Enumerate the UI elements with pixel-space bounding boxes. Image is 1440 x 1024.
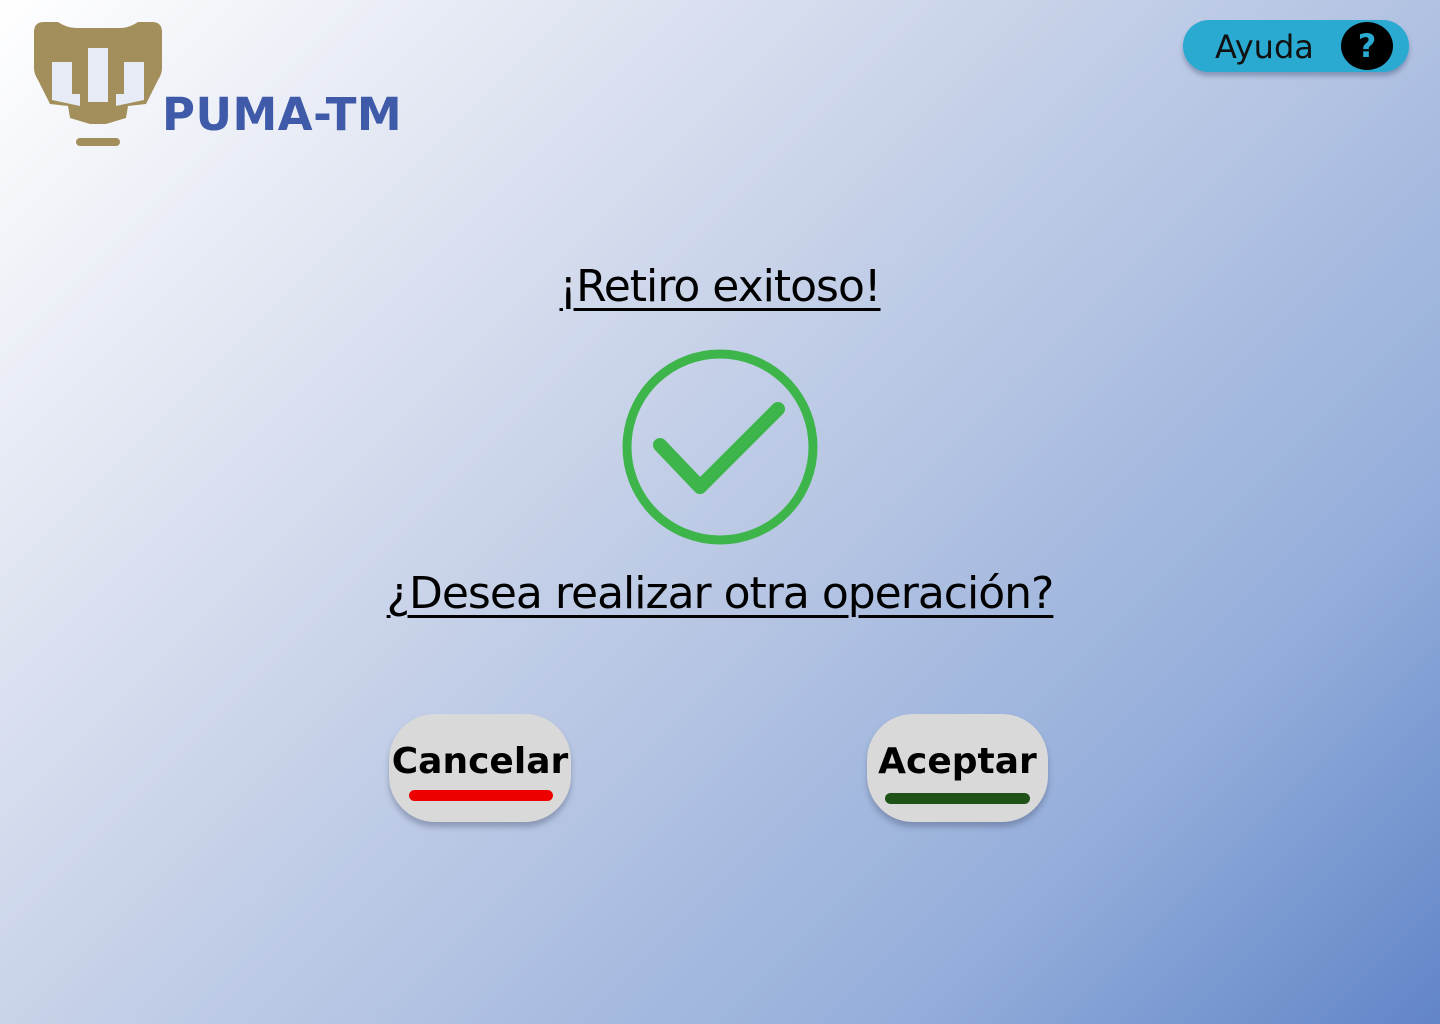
puma-logo (34, 22, 162, 146)
cancel-button[interactable]: Cancelar (389, 714, 571, 822)
success-title: ¡Retiro exitoso! (559, 261, 881, 312)
another-operation-question: ¿Desea realizar otra operación? (386, 568, 1055, 619)
accept-underline (885, 793, 1030, 804)
help-button[interactable]: Ayuda ? (1183, 20, 1409, 72)
brand-name: PUMA-TM (162, 88, 403, 141)
accept-button-label: Aceptar (878, 741, 1037, 782)
question-icon: ? (1341, 22, 1393, 70)
check-circle-icon (622, 349, 818, 545)
help-label: Ayuda (1215, 28, 1314, 66)
accept-button[interactable]: Aceptar (867, 714, 1048, 822)
cancel-button-label: Cancelar (391, 741, 569, 782)
cancel-underline (409, 790, 553, 801)
